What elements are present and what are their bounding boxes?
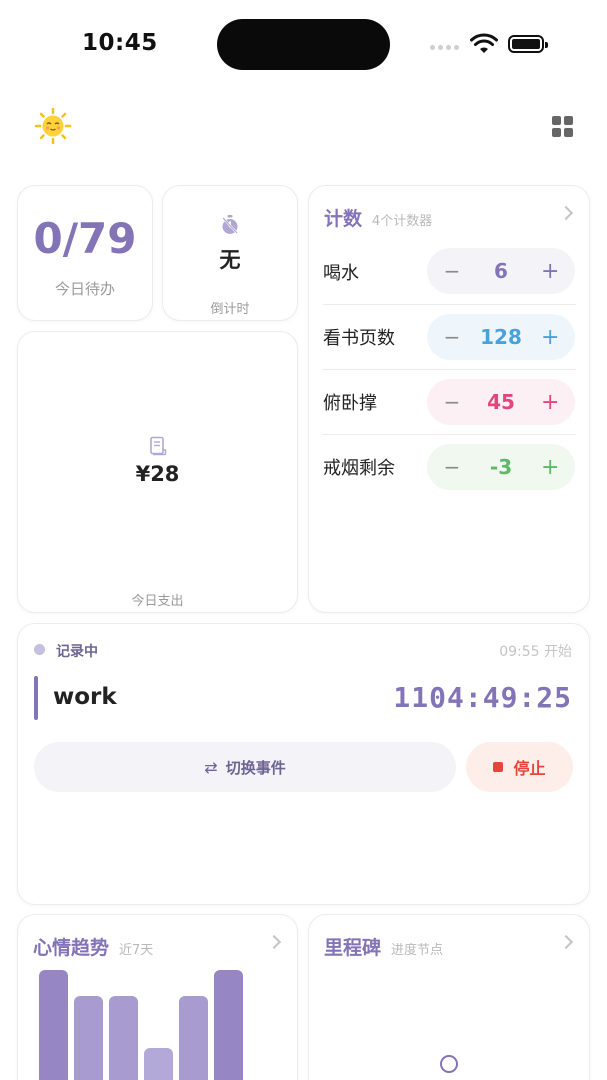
stop-label: 停止 [513,759,546,778]
battery-icon [508,35,548,53]
event-timer-card: 记录中 09:55 开始 work 1104:49:25 ⇄ 切换事件 停止 [17,623,590,905]
stop-icon [493,762,504,772]
increment-button[interactable]: + [541,455,559,480]
mood-bar [144,1048,173,1080]
mood-subtitle: 近7天 [119,943,154,958]
increment-button[interactable]: + [541,259,559,284]
status-time: 10:45 [82,30,158,56]
counters-title: 计数 [324,208,363,230]
receipt-icon [150,436,167,456]
chevron-right-icon[interactable] [558,205,574,221]
counters-header[interactable]: 计数 4个计数器 [324,204,432,231]
counter-name: 看书页数 [323,328,395,349]
todo-label: 今日待办 [54,280,115,298]
counter-row: 俯卧撑 − 45 + [323,369,576,434]
dynamic-island [217,19,390,70]
wifi-icon [470,33,498,53]
elapsed-time: 1104:49:25 [393,681,572,714]
milestone-card[interactable]: 里程碑 进度节点 [308,914,590,1080]
counter-stepper: − -3 + [427,444,575,490]
milestone-header: 里程碑 进度节点 [324,933,443,960]
mood-title: 心情趋势 [33,937,110,959]
event-name: work [53,684,117,710]
decrement-button[interactable]: − [443,259,461,283]
todo-card[interactable]: 0/79 今日待办 [17,185,153,321]
milestone-node [440,1055,458,1073]
timer-start-time: 09:55 开始 [499,644,572,660]
expense-card[interactable]: ¥28 今日支出 [17,331,298,613]
timer-icon [222,215,238,234]
mood-bar [179,996,208,1080]
counters-subtitle: 4个计数器 [372,214,433,229]
stop-button[interactable]: 停止 [466,742,573,792]
countdown-card[interactable]: 无 倒计时 [162,185,298,321]
switch-event-label: 切换事件 [225,758,286,777]
decrement-button[interactable]: − [443,455,461,479]
counter-row: 戒烟剩余 − -3 + [323,434,576,499]
counter-name: 戒烟剩余 [323,458,395,479]
counter-stepper: − 6 + [427,248,575,294]
mood-bar [214,970,243,1080]
counters-card: 计数 4个计数器 喝水 −6 + 看书页数 −128 + 俯卧撑 −45 + 戒烟剩余 − -3 + [308,185,590,613]
counter-value: 45 [487,390,515,414]
expense-label: 今日支出 [131,594,184,609]
milestone-subtitle: 进度节点 [391,943,444,958]
mood-header: 心情趋势 近7天 [33,933,153,960]
decrement-button[interactable]: − [443,325,461,349]
recording-dot [34,644,45,655]
mood-trend-card[interactable]: 心情趋势 近7天 [17,914,298,1080]
recording-status: 记录中 [56,644,98,660]
increment-button[interactable]: + [541,325,559,350]
counter-value: 6 [494,259,508,283]
switch-event-button[interactable]: ⇄ 切换事件 [34,742,456,792]
counter-stepper: − 45 + [427,379,575,425]
counter-name: 喝水 [323,262,359,284]
countdown-label: 倒计时 [210,302,250,317]
counter-value: 128 [480,325,522,349]
increment-button[interactable]: + [541,390,559,415]
milestone-title: 里程碑 [324,937,382,959]
sun-face-icon[interactable] [34,107,72,145]
chevron-right-icon[interactable] [558,934,574,950]
swap-icon: ⇄ [204,757,218,777]
grid-icon [552,116,561,125]
todo-count: 0/79 [33,214,137,263]
grid-menu-button[interactable] [552,116,574,138]
event-accent-bar [34,676,38,720]
counter-name: 俯卧撑 [323,393,377,414]
mood-bar [39,970,68,1080]
counter-row: 喝水 − 6 + [323,239,576,304]
mood-bar [109,996,138,1080]
counter-row: 看书页数 −128 + [323,304,576,369]
counter-stepper: −128 + [427,314,575,360]
chevron-right-icon[interactable] [266,934,282,950]
counter-value: -3 [489,455,513,479]
expense-value: ¥28 [135,462,180,486]
countdown-value: 无 [219,248,241,272]
mood-bar [74,996,103,1080]
decrement-button[interactable]: − [443,390,461,414]
cellular-signal-icon [430,45,459,50]
